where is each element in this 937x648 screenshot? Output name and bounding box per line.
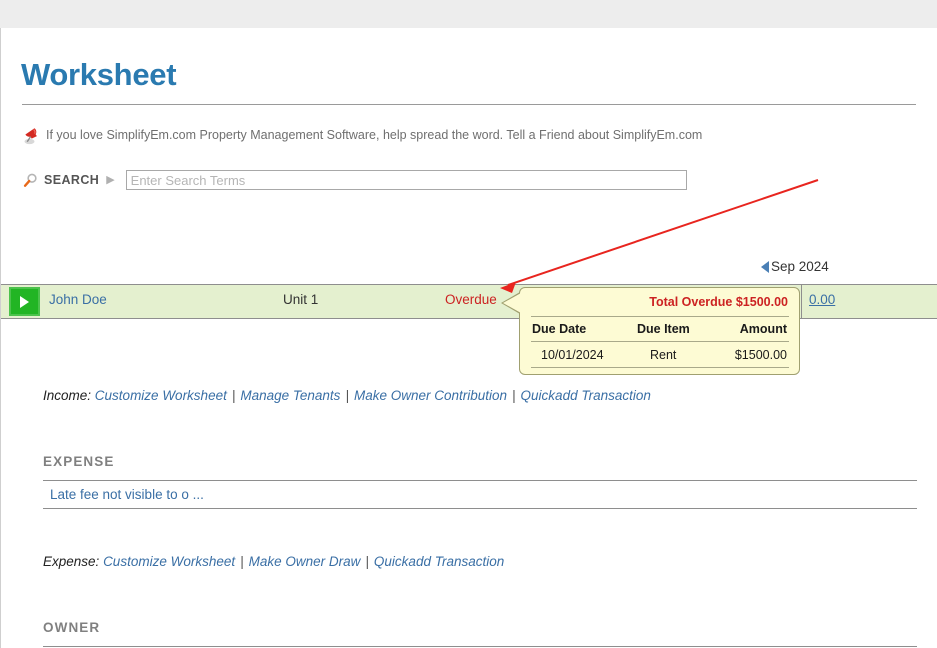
expand-triangle-icon [20,296,29,308]
income-links-bar: Income: Customize Worksheet|Manage Tenan… [43,388,651,403]
month-navigator[interactable]: Sep 2024 [761,259,829,274]
tooltip-pointer-icon [503,293,521,313]
magnifier-icon[interactable] [23,173,38,188]
search-bar: SEARCH ▶ [23,170,687,190]
income-quickadd-transaction-link[interactable]: Quickadd Transaction [521,388,651,403]
expense-table-row[interactable]: Late fee not visible to o ... [43,480,917,509]
income-links-lead: Income: [43,388,91,403]
tooltip-divider [531,316,789,317]
promo-text: If you love SimplifyEm.com Property Mana… [46,128,702,142]
search-label: SEARCH [44,173,99,187]
expense-quickadd-transaction-link[interactable]: Quickadd Transaction [374,554,504,569]
tooltip-total-overdue: Total Overdue $1500.00 [649,295,788,309]
overdue-status-link[interactable]: Overdue [445,292,497,307]
column-divider [801,285,802,318]
income-manage-tenants-link[interactable]: Manage Tenants [240,388,340,403]
link-separator: | [227,388,241,403]
overdue-tooltip: Total Overdue $1500.00 Due Date Due Item… [519,287,800,375]
link-separator: | [340,388,354,403]
expense-make-owner-draw-link[interactable]: Make Owner Draw [249,554,361,569]
link-separator: | [507,388,521,403]
search-input[interactable] [126,170,687,190]
tooltip-col-due-item: Due Item [637,322,690,336]
expense-item-link[interactable]: Late fee not visible to o ... [50,487,204,502]
owner-section-heading: OWNER [43,620,100,635]
prev-month-arrow-icon[interactable] [761,261,769,273]
tooltip-divider [531,367,789,368]
expense-section-heading: EXPENSE [43,454,114,469]
promo-banner: If you love SimplifyEm.com Property Mana… [23,126,702,144]
income-customize-worksheet-link[interactable]: Customize Worksheet [95,388,227,403]
browser-viewport: Worksheet If you love SimplifyEm.com Pro… [0,0,937,648]
chevron-right-icon: ▶ [106,175,114,186]
pushpin-icon [23,127,39,145]
expense-links-lead: Expense: [43,554,99,569]
expand-row-button[interactable] [9,287,40,316]
expense-links-bar: Expense: Customize Worksheet|Make Owner … [43,554,504,569]
expense-customize-worksheet-link[interactable]: Customize Worksheet [103,554,235,569]
tenant-name-link[interactable]: John Doe [49,292,107,307]
page-title: Worksheet [21,57,176,93]
tooltip-cell-due-date: 10/01/2024 [541,348,604,362]
title-divider [22,104,916,105]
tooltip-col-amount: Amount [740,322,787,336]
unit-label: Unit 1 [283,292,318,307]
tooltip-divider [531,341,789,342]
current-month-label: Sep 2024 [771,259,829,274]
tooltip-cell-due-item: Rent [650,348,676,362]
tooltip-col-due-date: Due Date [532,322,586,336]
tooltip-cell-amount: $1500.00 [735,348,787,362]
browser-chrome-bar [0,0,937,28]
link-separator: | [235,554,249,569]
income-amount-link[interactable]: 0.00 [809,292,835,307]
income-make-owner-contribution-link[interactable]: Make Owner Contribution [354,388,507,403]
link-separator: | [360,554,374,569]
